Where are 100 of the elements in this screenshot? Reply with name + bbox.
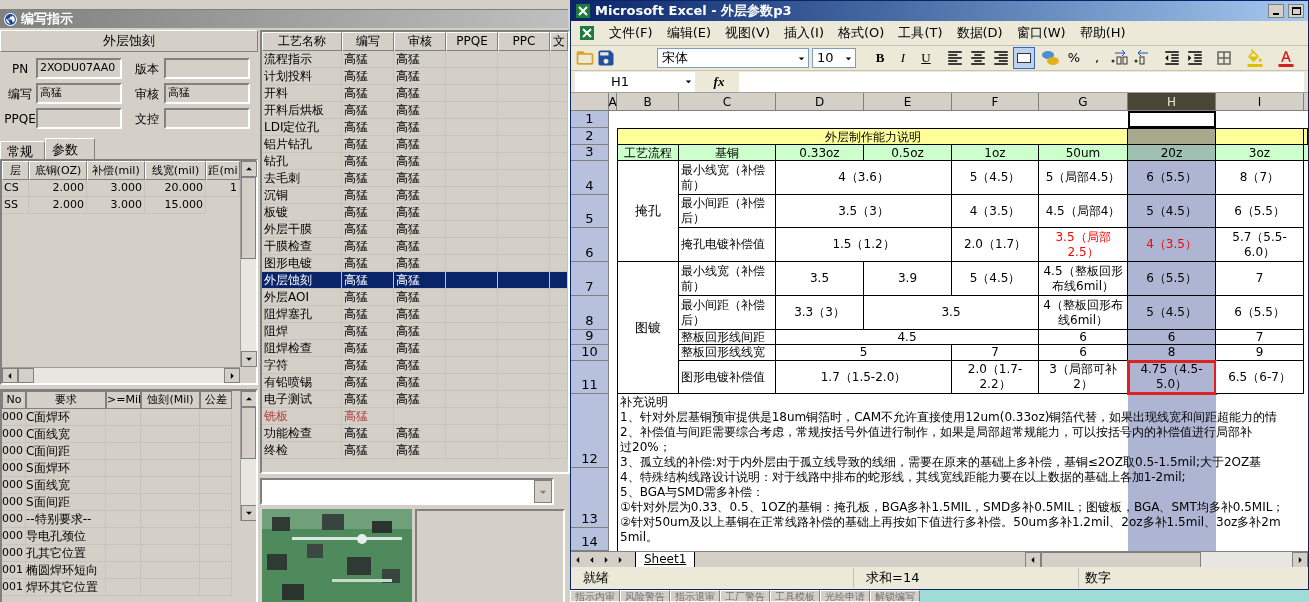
format-button[interactable]: B — [869, 47, 891, 69]
row-header[interactable]: 5 — [571, 195, 609, 228]
column-header[interactable]: No — [2, 391, 26, 409]
column-header[interactable]: 底铜(OZ) — [29, 161, 87, 180]
column-header[interactable]: 线宽(mil) — [145, 161, 206, 180]
scroll-thumb[interactable] — [241, 407, 256, 459]
maximize-icon[interactable] — [1288, 4, 1304, 18]
format-button[interactable]: I — [892, 47, 914, 69]
function-button[interactable]: fx — [699, 71, 739, 92]
column-header[interactable]: 要求 — [26, 391, 106, 409]
column-header[interactable]: D — [776, 93, 864, 111]
table-row[interactable]: 阻焊检查 高猛 高猛 — [262, 340, 568, 357]
select-all-button[interactable] — [571, 93, 609, 111]
input-field[interactable] — [164, 108, 250, 129]
column-header[interactable]: 编写 — [342, 32, 394, 51]
table-row[interactable]: 外层干膜 高猛 高猛 — [262, 221, 568, 238]
row-header[interactable]: 2 — [571, 128, 609, 145]
table-row[interactable]: 钻孔 高猛 高猛 — [262, 153, 568, 170]
number-format-button[interactable]: , — [1086, 47, 1108, 69]
table-row[interactable]: 计划投料 高猛 高猛 — [262, 68, 568, 85]
scroll-down-icon[interactable] — [241, 351, 257, 367]
scrollbar[interactable] — [240, 391, 256, 521]
font-dropdown[interactable]: 宋体 — [657, 48, 809, 68]
input-field[interactable]: 高猛 — [36, 83, 122, 104]
scroll-thumb[interactable] — [1041, 551, 1202, 568]
table-row[interactable]: 阻焊 高猛 高猛 — [262, 323, 568, 340]
font-size-dropdown[interactable]: 10 — [812, 48, 856, 68]
menu-item[interactable]: 插入(I) — [784, 23, 824, 43]
formula-field[interactable] — [739, 71, 1304, 92]
scroll-up-icon[interactable] — [241, 391, 256, 407]
column-header[interactable]: I — [1216, 93, 1304, 111]
table-row[interactable]: 去毛刺 高猛 高猛 — [262, 170, 568, 187]
number-format-button[interactable]: % — [1063, 47, 1085, 69]
row-header[interactable]: 12 — [571, 394, 609, 468]
menu-item[interactable]: 视图(V) — [725, 23, 771, 43]
save-icon[interactable] — [596, 48, 616, 68]
format-button[interactable]: U — [915, 47, 937, 69]
merge-cells-icon[interactable] — [1013, 47, 1035, 69]
column-header[interactable]: C — [679, 93, 776, 111]
row-header[interactable]: 14 — [571, 528, 609, 551]
row-header[interactable]: 8 — [571, 296, 609, 330]
column-header[interactable]: 补偿(mil) — [87, 161, 145, 180]
scroll-right-icon[interactable] — [224, 368, 240, 383]
table-row[interactable]: LDI定位孔 高猛 高猛 — [262, 119, 568, 136]
column-header[interactable]: PPQE — [446, 32, 498, 51]
row-header[interactable]: 1 — [571, 111, 609, 128]
column-header[interactable]: 层 — [2, 161, 29, 180]
table-row[interactable]: 有铅喷锡 高猛 高猛 — [262, 374, 568, 391]
scrollbar[interactable] — [240, 161, 256, 367]
row-header[interactable]: 7 — [571, 262, 609, 296]
menu-item[interactable]: 工具(T) — [898, 23, 943, 43]
column-header[interactable]: E — [864, 93, 952, 111]
table-row[interactable]: 铝片钻孔 高猛 高猛 — [262, 136, 568, 153]
menu-item[interactable]: 帮助(H) — [1079, 23, 1126, 43]
table-row[interactable]: 外层蚀刻 高猛 高猛 — [262, 272, 568, 289]
input-field[interactable] — [36, 108, 122, 129]
table-row[interactable]: 外层AOI 高猛 高猛 — [262, 289, 568, 306]
active-cell[interactable] — [1128, 111, 1216, 128]
table-row[interactable]: 开料 高猛 高猛 — [262, 85, 568, 102]
scroll-thumb[interactable] — [18, 368, 34, 383]
table-row[interactable]: 流程指示 高猛 高猛 — [262, 51, 568, 68]
column-header[interactable]: PPC — [498, 32, 550, 51]
table-row[interactable]: 字符 高猛 高猛 — [262, 357, 568, 374]
menu-item[interactable]: 编辑(E) — [666, 23, 711, 43]
row-header[interactable]: 6 — [571, 228, 609, 262]
row-header[interactable]: 9 — [571, 330, 609, 345]
column-header[interactable]: 文 — [550, 32, 568, 51]
row-header[interactable]: 10 — [571, 345, 609, 361]
row-header[interactable]: 13 — [571, 468, 609, 528]
table-row[interactable]: 铣板 高猛 — [262, 408, 568, 425]
table-row[interactable]: 阻焊塞孔 高猛 高猛 — [262, 306, 568, 323]
input-field[interactable]: 高猛 — [164, 83, 250, 104]
combo-box[interactable] — [260, 478, 554, 505]
scrollbar[interactable] — [1025, 551, 1308, 568]
table-row[interactable]: 终检 高猛 高猛 — [262, 442, 568, 459]
column-header[interactable]: H — [1128, 93, 1216, 111]
row-header[interactable]: 11 — [571, 361, 609, 394]
column-header[interactable]: 工艺名称 — [262, 32, 342, 51]
menu-item[interactable]: 格式(O) — [838, 23, 885, 43]
input-field[interactable]: 2XODU07AA0 — [36, 58, 122, 79]
tab[interactable]: 常规 — [0, 141, 45, 159]
scroll-right-icon[interactable] — [1292, 551, 1308, 568]
table-row[interactable]: 电子测试 高猛 高猛 — [262, 391, 568, 408]
table-row[interactable]: 沉铜 高猛 高猛 — [262, 187, 568, 204]
minimize-icon[interactable] — [1268, 4, 1284, 18]
table-row[interactable]: 干膜检查 高猛 高猛 — [262, 238, 568, 255]
input-field[interactable] — [164, 58, 250, 79]
scroll-up-icon[interactable] — [241, 161, 257, 177]
column-header[interactable]: 蚀刻(Mil) — [141, 391, 200, 409]
table-row[interactable]: 开料后烘板 高猛 高猛 — [262, 102, 568, 119]
menu-item[interactable]: 文件(F) — [609, 23, 653, 43]
column-header[interactable]: 审核 — [394, 32, 446, 51]
column-header[interactable]: 距(mi — [206, 161, 240, 180]
scroll-left-icon[interactable] — [2, 368, 18, 383]
scroll-down-icon[interactable] — [241, 505, 256, 521]
tab[interactable]: 参数 — [45, 138, 95, 159]
sheet-tab[interactable]: Sheet1 — [635, 551, 696, 568]
column-header[interactable]: B — [617, 93, 679, 111]
scrollbar[interactable] — [2, 367, 240, 383]
column-header[interactable]: F — [952, 93, 1039, 111]
